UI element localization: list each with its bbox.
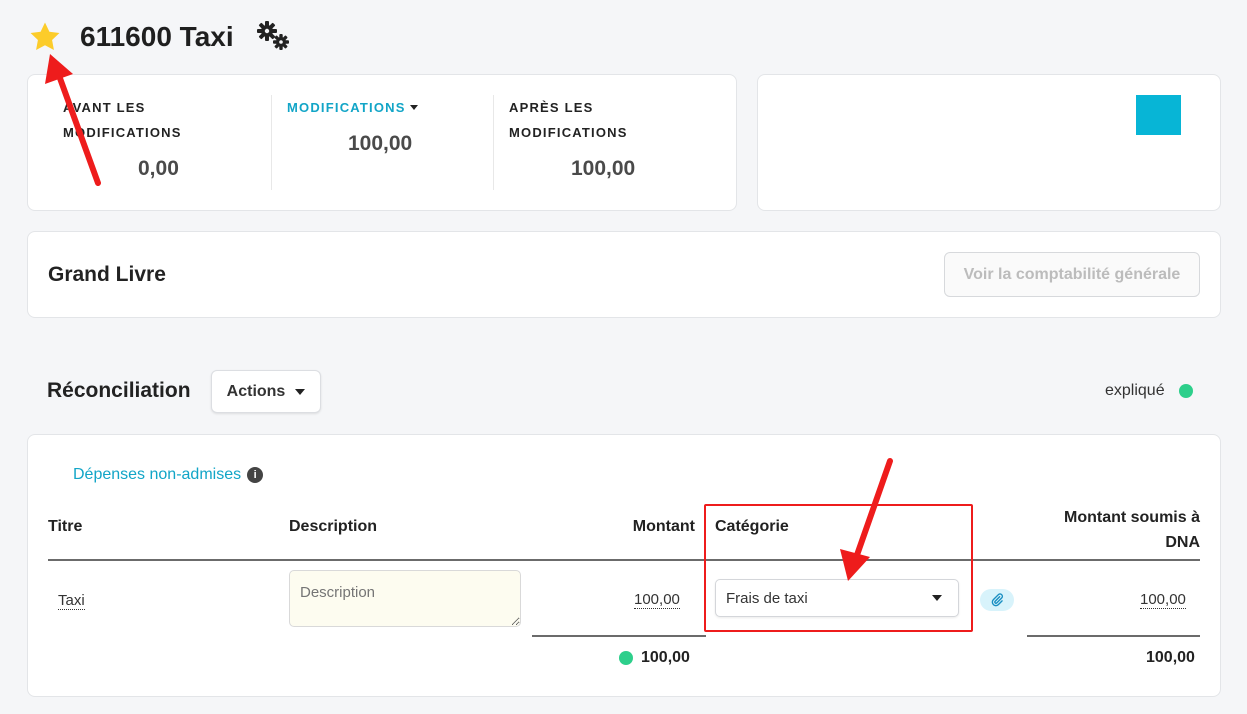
status-dot-icon: [619, 651, 633, 665]
row-titre[interactable]: Taxi: [58, 592, 85, 610]
page-title: 611600 Taxi: [80, 21, 234, 52]
balance-summary-card: AVANT LES MODIFICATIONS 0,00 MODIFICATIO…: [27, 74, 737, 211]
actions-button-label: Actions: [226, 382, 286, 400]
header-divider: [48, 559, 1200, 561]
row-montant-dna[interactable]: 100,00: [1140, 591, 1186, 609]
ledger-title: Grand Livre: [48, 263, 166, 286]
color-card: [757, 74, 1221, 211]
paperclip-icon: [991, 593, 1003, 607]
column-header-description: Description: [289, 518, 378, 535]
status-label: expliqué: [1105, 382, 1165, 399]
stat-after-label: APRÈS LES MODIFICATIONS: [509, 100, 628, 140]
actions-button[interactable]: Actions: [211, 370, 321, 413]
total-divider-dna: [1027, 635, 1200, 637]
stat-after: APRÈS LES MODIFICATIONS 100,00: [493, 95, 715, 190]
star-icon[interactable]: [28, 20, 62, 54]
chevron-down-icon: [295, 388, 306, 395]
stat-before-label: AVANT LES MODIFICATIONS: [63, 100, 182, 140]
total-dna: 100,00: [1146, 649, 1195, 667]
ledger-card: Grand Livre Voir la comptabilité général…: [27, 231, 1221, 318]
total-montant: 100,00: [619, 649, 690, 667]
row-montant[interactable]: 100,00: [634, 591, 680, 609]
status-badge: expliqué: [1105, 382, 1193, 400]
description-input[interactable]: [289, 570, 521, 627]
stat-before-value: 0,00: [138, 157, 179, 180]
category-highlight-box: [704, 504, 973, 632]
stat-before: AVANT LES MODIFICATIONS 0,00: [63, 95, 273, 190]
gear-icon[interactable]: [254, 20, 294, 54]
non-admises-link[interactable]: Dépenses non-admises i: [73, 466, 264, 484]
chevron-down-icon: [409, 105, 418, 110]
modifications-dropdown[interactable]: MODIFICATIONS: [287, 95, 493, 120]
reconciliation-title: Réconciliation: [47, 379, 191, 402]
non-admises-label: Dépenses non-admises: [73, 466, 242, 483]
column-header-montant: Montant: [632, 518, 695, 535]
color-swatch[interactable]: [1136, 95, 1181, 135]
stat-modifications: MODIFICATIONS 100,00: [271, 95, 493, 190]
column-header-titre: Titre: [48, 518, 83, 535]
page-header: 611600 Taxi: [28, 20, 294, 54]
view-general-ledger-button[interactable]: Voir la comptabilité générale: [944, 252, 1200, 297]
attachment-button[interactable]: [980, 589, 1014, 611]
stat-after-value: 100,00: [571, 157, 636, 180]
reconciliation-table-card: Dépenses non-admises i Titre Description…: [27, 434, 1221, 697]
total-divider-montant: [532, 635, 706, 637]
total-dna-value: 100,00: [1146, 649, 1195, 666]
total-montant-value: 100,00: [641, 649, 690, 666]
info-icon[interactable]: i: [247, 467, 264, 483]
column-header-montant-dna: Montant soumis à DNA: [1063, 509, 1200, 551]
status-dot-icon: [1178, 384, 1193, 398]
stat-modifications-value: 100,00: [348, 132, 413, 155]
